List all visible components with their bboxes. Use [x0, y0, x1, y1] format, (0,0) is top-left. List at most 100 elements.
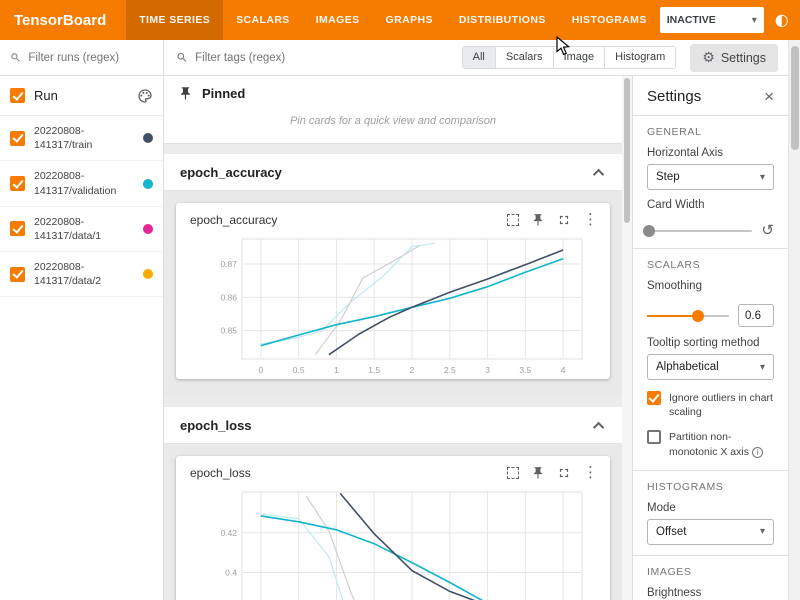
ignore-outliers-checkbox[interactable]: [647, 391, 661, 405]
tooltip-sorting-label: Tooltip sorting method: [647, 337, 774, 349]
svg-text:4: 4: [561, 365, 566, 375]
app-header: TensorBoard TIME SERIESSCALARSIMAGESGRAP…: [0, 0, 800, 40]
info-icon[interactable]: i: [752, 447, 763, 458]
card-header: epoch_accuracy ⋮: [176, 203, 610, 227]
more-options-icon[interactable]: ⋮: [583, 465, 598, 480]
filter-chip-histogram[interactable]: Histogram: [605, 47, 675, 68]
svg-text:0.85: 0.85: [220, 326, 237, 336]
partition-x-axis-checkbox-row[interactable]: Partition non-monotonic X axisi: [647, 430, 774, 458]
card-header: epoch_loss ⋮: [176, 456, 610, 480]
filter-chip-scalars[interactable]: Scalars: [496, 47, 554, 68]
histogram-mode-value: Offset: [656, 526, 686, 538]
fit-to-domain-icon[interactable]: [507, 214, 519, 226]
smoothing-value-input[interactable]: 0.6: [738, 304, 774, 327]
horizontal-axis-value: Step: [656, 171, 680, 183]
divider: [633, 115, 788, 116]
histogram-mode-label: Mode: [647, 502, 774, 514]
fullscreen-icon[interactable]: [557, 466, 571, 480]
run-checkbox[interactable]: [10, 131, 25, 146]
histogram-mode-select[interactable]: Offset ▾: [647, 519, 774, 545]
horizontal-axis-select[interactable]: Step ▾: [647, 164, 774, 190]
tag-filter-input[interactable]: [195, 52, 454, 64]
svg-text:0.5: 0.5: [293, 365, 305, 375]
scrollbar-thumb[interactable]: [624, 78, 630, 223]
run-checkbox[interactable]: [10, 267, 25, 282]
more-options-icon[interactable]: ⋮: [583, 212, 598, 227]
card-width-slider[interactable]: [647, 230, 752, 232]
svg-text:3: 3: [485, 365, 490, 375]
section-header-epoch-accuracy[interactable]: epoch_accuracy: [164, 154, 622, 190]
epoch-accuracy-line-chart[interactable]: 00.511.522.533.540.850.860.87: [180, 229, 606, 379]
run-color-dot: [143, 179, 153, 189]
card-width-label: Card Width: [647, 199, 774, 211]
fit-to-domain-icon[interactable]: [507, 467, 519, 479]
slider-thumb[interactable]: [692, 310, 704, 322]
partition-x-axis-checkbox[interactable]: [647, 430, 661, 444]
divider: [633, 555, 788, 556]
pinned-title: Pinned: [202, 86, 245, 101]
close-icon[interactable]: ×: [764, 88, 774, 105]
scrollbar-thumb[interactable]: [791, 46, 799, 150]
tab-graphs[interactable]: GRAPHS: [373, 0, 446, 40]
pin-icon: [178, 86, 193, 101]
runs-list: 20220808-141317/train 20220808-141317/val…: [0, 116, 163, 297]
run-checkbox[interactable]: [10, 176, 25, 191]
settings-button-label: Settings: [721, 51, 766, 65]
tab-scalars[interactable]: SCALARS: [223, 0, 303, 40]
card-title: epoch_accuracy: [190, 213, 507, 227]
smoothing-label: Smoothing: [647, 280, 774, 292]
tab-time-series[interactable]: TIME SERIES: [126, 0, 223, 40]
partition-x-axis-label: Partition non-monotonic X axis: [669, 431, 749, 457]
pin-card-icon[interactable]: [531, 466, 545, 480]
theme-toggle-icon[interactable]: ◐: [775, 12, 789, 28]
run-row[interactable]: 20220808-141317/data/1: [0, 207, 163, 252]
run-name: 20220808-141317/train: [34, 124, 134, 152]
tooltip-sorting-select[interactable]: Alphabetical ▾: [647, 354, 774, 380]
tab-distributions[interactable]: DISTRIBUTIONS: [446, 0, 559, 40]
runs-sidebar: Run 20220808-141317/train20220808-141317…: [0, 40, 164, 600]
card-title: epoch_loss: [190, 466, 507, 480]
run-checkbox[interactable]: [10, 221, 25, 236]
tab-images[interactable]: IMAGES: [303, 0, 373, 40]
card-toolbar: ⋮: [507, 212, 598, 227]
chevron-down-icon: ▾: [760, 172, 765, 183]
tab-histograms[interactable]: HISTOGRAMS: [559, 0, 660, 40]
filter-chip-all[interactable]: All: [463, 47, 496, 68]
slider-thumb[interactable]: [643, 225, 655, 237]
status-select[interactable]: INACTIVE ▾: [660, 7, 764, 33]
filter-chips: AllScalarsImageHistogram: [462, 46, 677, 69]
epoch-loss-line-chart[interactable]: 00.511.522.533.540.360.380.40.42: [180, 482, 606, 600]
settings-heading-general: GENERAL: [647, 126, 774, 138]
run-row[interactable]: 20220808-141317/validation: [0, 161, 163, 206]
run-row[interactable]: 20220808-141317/data/2: [0, 252, 163, 297]
search-icon: [10, 51, 21, 64]
smoothing-slider[interactable]: [647, 315, 729, 317]
search-icon: [176, 51, 188, 64]
fullscreen-icon[interactable]: [557, 213, 571, 227]
chart-card-epoch-loss: epoch_loss ⋮ 00.511.522.533.540.360.380.…: [176, 456, 610, 600]
chevron-down-icon: ▾: [752, 15, 757, 26]
settings-panel-title: Settings: [647, 88, 701, 105]
ignore-outliers-checkbox-row[interactable]: Ignore outliers in chart scaling: [647, 391, 774, 419]
runs-filter-input[interactable]: [28, 52, 153, 64]
run-name: 20220808-141317/validation: [34, 169, 134, 197]
settings-heading-images: IMAGES: [647, 566, 774, 578]
section-gap: [164, 397, 622, 407]
pin-card-icon[interactable]: [531, 213, 545, 227]
palette-icon[interactable]: [137, 88, 153, 104]
section-header-epoch-loss[interactable]: epoch_loss: [164, 407, 622, 443]
chevron-down-icon: ▾: [760, 362, 765, 373]
reset-icon[interactable]: ↺: [761, 223, 774, 238]
svg-text:0.4: 0.4: [225, 568, 237, 578]
divider: [633, 248, 788, 249]
settings-button[interactable]: ⚙ Settings: [690, 44, 778, 72]
filter-chip-image[interactable]: Image: [554, 47, 606, 68]
run-row[interactable]: 20220808-141317/train: [0, 116, 163, 161]
card-toolbar: ⋮: [507, 465, 598, 480]
select-all-runs-checkbox[interactable]: [10, 88, 25, 103]
pinned-empty-message: Pin cards for a quick view and compariso…: [164, 105, 622, 143]
svg-text:2: 2: [410, 365, 415, 375]
run-color-dot: [143, 224, 153, 234]
settings-scrollbar[interactable]: [788, 40, 800, 600]
main-scrollbar[interactable]: [622, 76, 632, 600]
